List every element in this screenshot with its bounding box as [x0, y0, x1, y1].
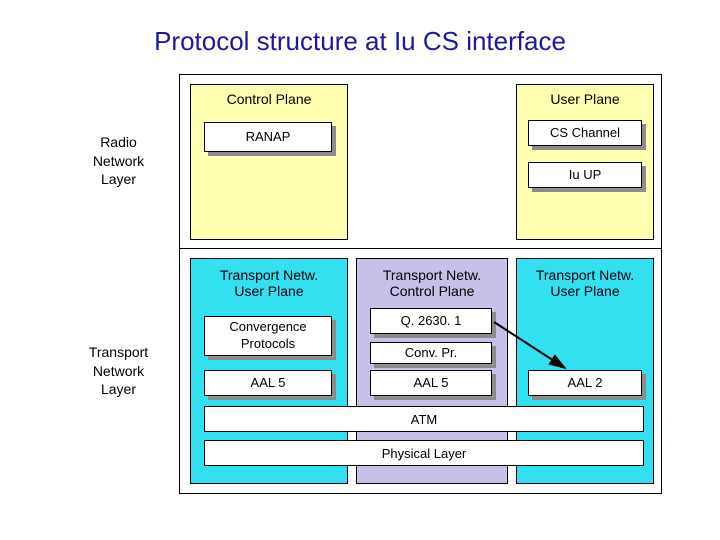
- label-text: Radio Network Layer: [93, 133, 144, 190]
- rnl-control-plane-heading: Control Plane: [191, 91, 347, 107]
- box-physical-layer: Physical Layer: [204, 440, 644, 466]
- box-conv-pr-label: Conv. Pr.: [370, 342, 492, 364]
- box-ranap: RANAP: [204, 122, 332, 152]
- tnl-col-a-heading: Transport Netw. User Plane: [191, 267, 347, 299]
- box-aal5-left-label: AAL 5: [204, 370, 332, 396]
- box-aal5-center-label: AAL 5: [370, 370, 492, 396]
- label-radio-network-layer: Radio Network Layer: [58, 74, 180, 248]
- label-transport-network-layer: Transport Network Layer: [58, 248, 180, 494]
- box-physical-layer-label: Physical Layer: [382, 446, 467, 461]
- box-iu-up: Iu UP: [528, 162, 642, 188]
- box-aal2: AAL 2: [528, 370, 642, 396]
- label-text: Transport Network Layer: [89, 343, 148, 400]
- box-atm-label: ATM: [411, 412, 437, 427]
- box-aal5-left: AAL 5: [204, 370, 332, 396]
- box-convergence-protocols: Convergence Protocols: [204, 316, 332, 356]
- box-convergence-protocols-label: Convergence Protocols: [204, 316, 332, 356]
- box-aal5-center: AAL 5: [370, 370, 492, 396]
- box-q2630: Q. 2630. 1: [370, 308, 492, 334]
- box-q2630-label: Q. 2630. 1: [370, 308, 492, 334]
- box-cs-channel-label: CS Channel: [528, 120, 642, 146]
- page-title: Protocol structure at Iu CS interface: [0, 26, 720, 57]
- tnl-col-c-heading: Transport Netw. User Plane: [517, 267, 653, 299]
- box-aal2-label: AAL 2: [528, 370, 642, 396]
- tnl-col-b-heading: Transport Netw. Control Plane: [357, 267, 507, 299]
- rnl-control-plane-column: Control Plane: [190, 84, 348, 240]
- box-conv-pr: Conv. Pr.: [370, 342, 492, 364]
- box-atm: ATM: [204, 406, 644, 432]
- box-cs-channel: CS Channel: [528, 120, 642, 146]
- box-ranap-label: RANAP: [204, 122, 332, 152]
- box-iu-up-label: Iu UP: [528, 162, 642, 188]
- rnl-user-plane-heading: User Plane: [517, 91, 653, 107]
